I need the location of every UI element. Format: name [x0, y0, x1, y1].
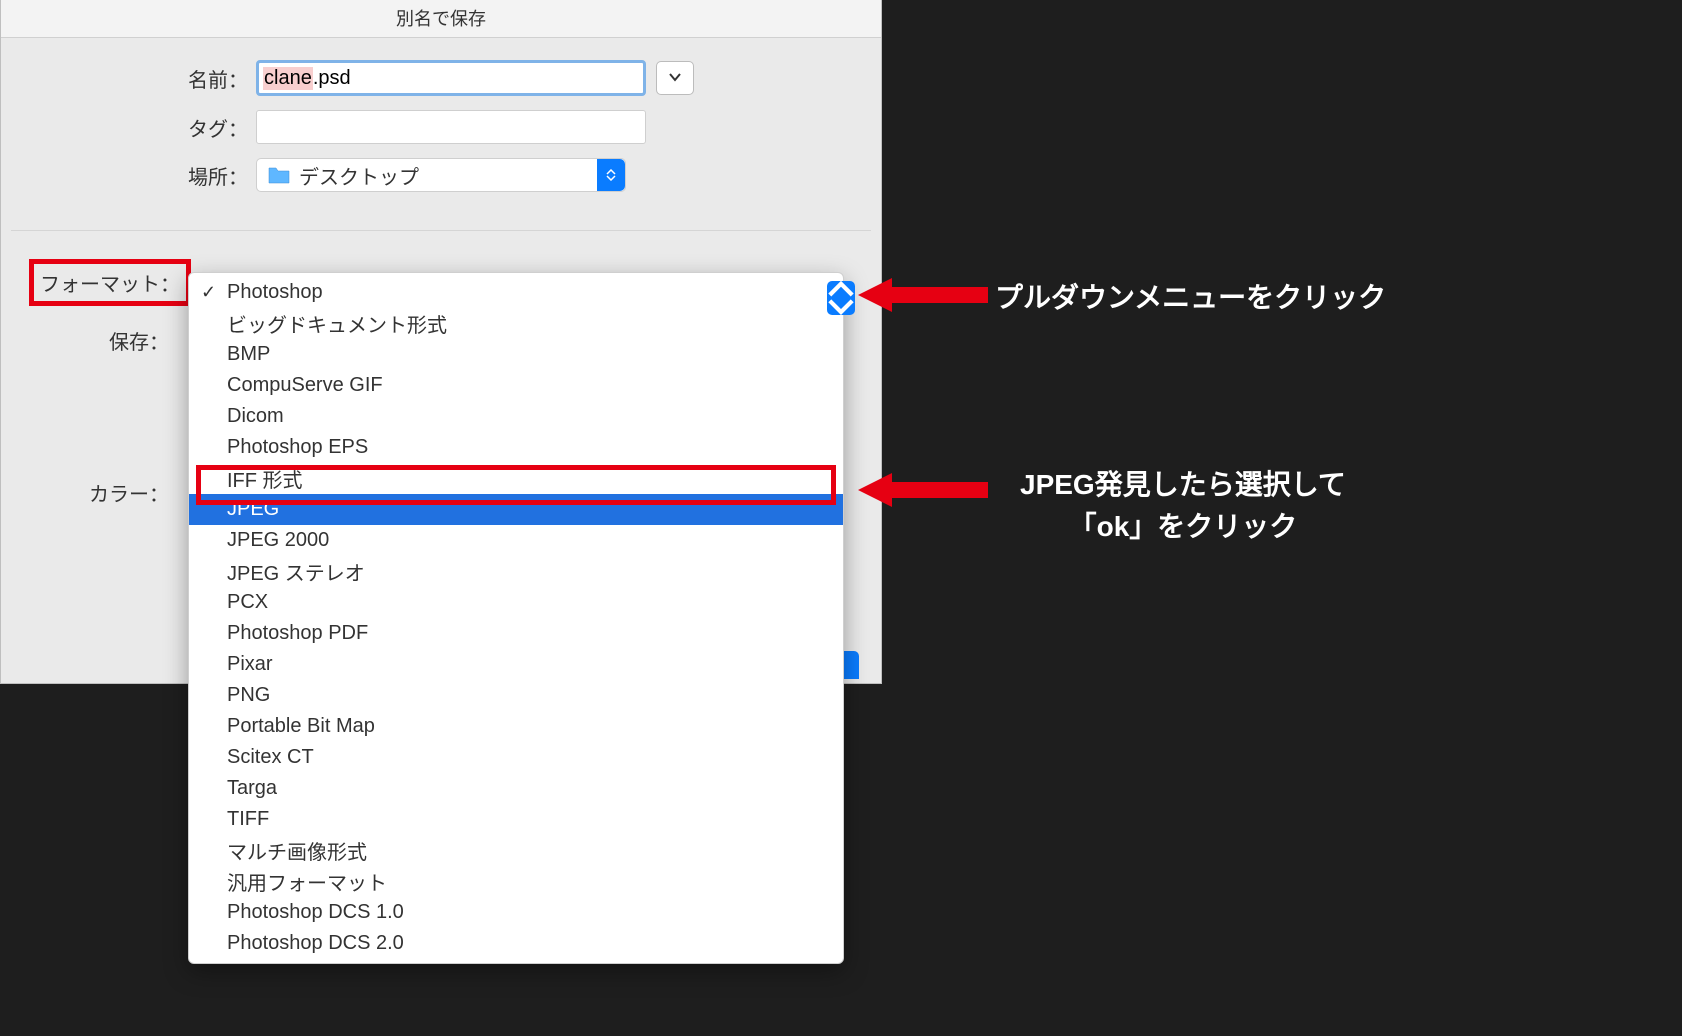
format-option-label: Dicom [227, 405, 284, 428]
format-option[interactable]: Photoshop PDF [189, 618, 843, 649]
caption-2-line1: JPEG発見したら選択して [1020, 469, 1346, 500]
location-label: 場所： [41, 161, 256, 190]
format-option[interactable]: Photoshop DCS 1.0 [189, 897, 843, 928]
annotation-caption-1: プルダウンメニューをクリック [995, 277, 1386, 319]
format-option[interactable]: ビッグドキュメント形式 [189, 308, 843, 339]
filename-selection: clane [263, 67, 313, 90]
color-label: カラー： [1, 478, 177, 507]
format-option-label: ビッグドキュメント形式 [227, 309, 447, 338]
name-row: 名前： clane.psd [41, 60, 841, 96]
filename-input[interactable]: clane.psd [256, 60, 646, 96]
annotation-caption-2: JPEG発見したら選択して 「ok」をクリック [1020, 464, 1346, 548]
name-label: 名前： [41, 64, 256, 93]
tags-row: タグ： [41, 110, 841, 144]
format-option-label: Photoshop EPS [227, 436, 368, 459]
location-select[interactable]: デスクトップ [256, 158, 626, 192]
location-row: 場所： デスクトップ [41, 158, 841, 192]
format-option[interactable]: PNG [189, 680, 843, 711]
expand-button[interactable] [656, 61, 694, 95]
format-option-label: Photoshop DCS 1.0 [227, 901, 404, 924]
caption-2-line2: 「ok」をクリック [1069, 511, 1298, 542]
format-option-label: JPEG 2000 [227, 529, 329, 552]
format-option-label: Scitex CT [227, 746, 314, 769]
format-option[interactable]: TIFF [189, 804, 843, 835]
format-option[interactable]: Pixar [189, 649, 843, 680]
format-option[interactable]: JPEG ステレオ [189, 556, 843, 587]
updown-stepper-icon [597, 159, 625, 191]
format-option[interactable]: Dicom [189, 401, 843, 432]
format-option-label: Targa [227, 777, 277, 800]
format-option[interactable]: Scitex CT [189, 742, 843, 773]
format-option-label: PNG [227, 684, 270, 707]
format-option-label: CompuServe GIF [227, 374, 383, 397]
format-option[interactable]: PCX [189, 587, 843, 618]
divider [11, 230, 871, 231]
format-option-label: Photoshop PDF [227, 622, 368, 645]
format-option-label: IFF 形式 [227, 464, 303, 493]
format-option[interactable]: JPEG [189, 494, 843, 525]
format-option[interactable]: Portable Bit Map [189, 711, 843, 742]
format-option[interactable]: マルチ画像形式 [189, 835, 843, 866]
annotation-arrow-2 [858, 473, 988, 507]
format-option-label: JPEG ステレオ [227, 557, 365, 586]
format-option[interactable]: ✓ Photoshop [189, 277, 843, 308]
format-option[interactable]: Targa [189, 773, 843, 804]
format-option-label: TIFF [227, 808, 269, 831]
annotation-arrow-1 [858, 278, 988, 312]
format-option[interactable]: Photoshop EPS [189, 432, 843, 463]
format-option[interactable]: IFF 形式 [189, 463, 843, 494]
format-option[interactable]: BMP [189, 339, 843, 370]
format-label-highlighted: フォーマット： [29, 259, 191, 306]
format-option[interactable]: Photoshop DCS 2.0 [189, 928, 843, 959]
save-label: 保存： [1, 326, 177, 355]
format-option-label: Photoshop [227, 281, 323, 304]
format-option-label: PCX [227, 591, 268, 614]
location-value: デスクトップ [299, 161, 419, 190]
filename-extension: .psd [313, 67, 351, 90]
format-option-label: マルチ画像形式 [227, 836, 367, 865]
dialog-title: 別名で保存 [1, 0, 881, 38]
chevron-down-icon [668, 69, 682, 87]
format-option-label: 汎用フォーマット [227, 867, 387, 896]
format-option-label: Photoshop DCS 2.0 [227, 932, 404, 955]
tags-input[interactable] [256, 110, 646, 144]
format-dropdown[interactable]: ✓ Photoshop ビッグドキュメント形式 BMP CompuServe GIF Di… [188, 272, 844, 964]
checkmark-icon: ✓ [201, 282, 216, 303]
format-option[interactable]: CompuServe GIF [189, 370, 843, 401]
format-option[interactable]: JPEG 2000 [189, 525, 843, 556]
format-option-label: JPEG [227, 498, 279, 521]
format-option-label: Portable Bit Map [227, 715, 375, 738]
format-option[interactable]: 汎用フォーマット [189, 866, 843, 897]
tags-label: タグ： [41, 113, 256, 142]
folder-icon [267, 165, 291, 185]
format-option-label: Pixar [227, 653, 273, 676]
format-option-label: BMP [227, 343, 270, 366]
form-section: 名前： clane.psd タグ： 場所： デスクトップ [1, 38, 881, 216]
